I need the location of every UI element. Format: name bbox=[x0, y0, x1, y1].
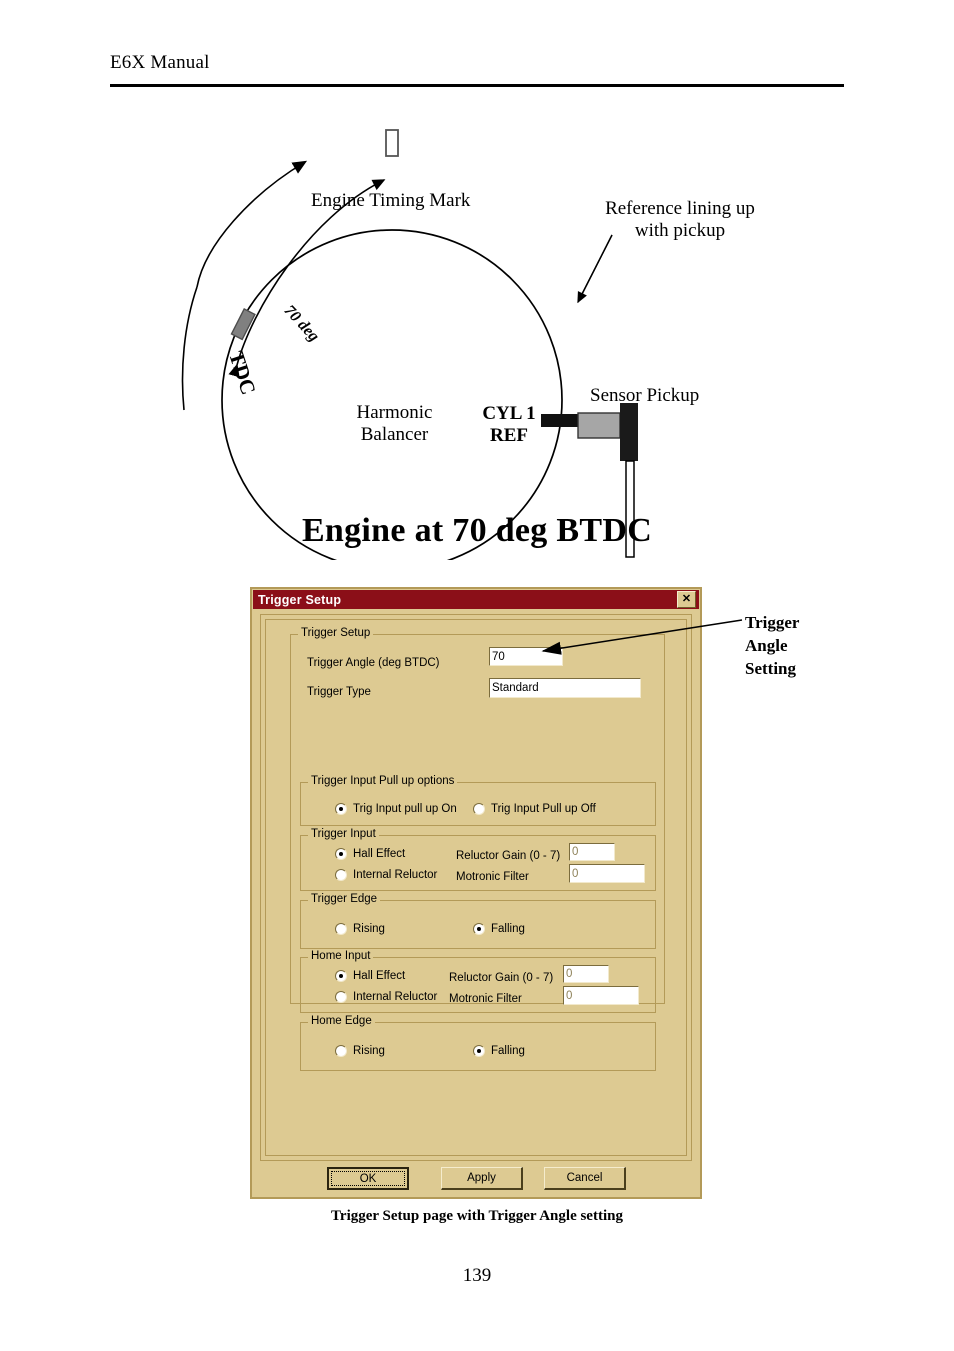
sensor-pickup-label: Sensor Pickup bbox=[590, 385, 700, 406]
trigger-angle-input[interactable]: 70 bbox=[489, 647, 563, 666]
cyl1-ref-label: CYL 1 REF bbox=[482, 403, 536, 446]
radio-indicator bbox=[335, 869, 347, 881]
header-rule bbox=[110, 84, 844, 87]
rotation-direction-arc bbox=[196, 160, 308, 288]
diagram-heading: Engine at 70 deg BTDC bbox=[301, 512, 653, 549]
engine-timing-mark-label: Engine Timing Mark bbox=[311, 190, 471, 211]
radio-trig-pullup-on[interactable]: Trig Input pull up On bbox=[335, 803, 457, 815]
engine-timing-diagram: Engine Timing Mark Reference lining up w… bbox=[0, 90, 954, 560]
radio-indicator bbox=[335, 848, 347, 860]
harmonic-balancer-label: Harmonic Balancer bbox=[356, 402, 433, 445]
radio-label: Trig Input Pull up Off bbox=[491, 803, 596, 815]
radio-indicator bbox=[335, 970, 347, 982]
trigger-type-select[interactable]: Standard bbox=[489, 678, 641, 698]
home-reluctor-gain-input[interactable]: 0 bbox=[563, 965, 609, 983]
tdc-mark bbox=[230, 308, 256, 341]
radio-indicator bbox=[473, 1045, 485, 1057]
cyl1-reference-mark bbox=[541, 414, 581, 427]
reference-lining-up-label: Reference lining up with pickup bbox=[605, 198, 755, 241]
group-trigger-edge: Trigger Edge Rising Falling bbox=[300, 893, 656, 949]
radio-label: Trig Input pull up On bbox=[353, 803, 457, 815]
radio-label: Falling bbox=[491, 923, 525, 935]
dialog-titlebar[interactable]: Trigger Setup ✕ bbox=[253, 590, 699, 609]
cancel-button[interactable]: Cancel bbox=[544, 1167, 626, 1190]
trigger-motronic-filter-label: Motronic Filter bbox=[456, 871, 529, 883]
radio-label: Falling bbox=[491, 1045, 525, 1057]
page-header: E6X Manual bbox=[110, 52, 210, 73]
radio-indicator bbox=[473, 923, 485, 935]
page-number: 139 bbox=[462, 1265, 492, 1286]
trigger-type-label: Trigger Type bbox=[307, 686, 371, 698]
radio-trig-pullup-off[interactable]: Trig Input Pull up Off bbox=[473, 803, 596, 815]
apply-button-label: Apply bbox=[467, 1172, 496, 1184]
ok-button[interactable]: OK bbox=[327, 1167, 409, 1190]
dialog-title: Trigger Setup bbox=[258, 592, 342, 607]
radio-label: Hall Effect bbox=[353, 848, 406, 860]
close-icon[interactable]: ✕ bbox=[677, 591, 696, 608]
radio-indicator bbox=[335, 923, 347, 935]
radio-trigger-internal-reluctor[interactable]: Internal Reluctor bbox=[335, 869, 437, 881]
group-home-input: Home Input Hall Effect Internal Reluctor… bbox=[300, 950, 656, 1013]
radio-indicator bbox=[473, 803, 485, 815]
radio-home-hall-effect[interactable]: Hall Effect bbox=[335, 970, 405, 982]
trigger-setup-dialog: Trigger Setup ✕ Trigger Setup Trigger An… bbox=[250, 587, 702, 1199]
engine-timing-mark-notch bbox=[385, 129, 399, 157]
radio-trigger-edge-falling[interactable]: Falling bbox=[473, 923, 525, 935]
focus-outline bbox=[331, 1171, 405, 1186]
sensor-pickup-tip bbox=[620, 403, 638, 461]
radio-indicator bbox=[335, 803, 347, 815]
radio-label: Internal Reluctor bbox=[353, 991, 438, 1003]
cancel-button-label: Cancel bbox=[566, 1172, 603, 1184]
radio-indicator bbox=[335, 991, 347, 1003]
dialog-inner-frame: Trigger Setup Trigger Angle (deg BTDC) 7… bbox=[265, 619, 687, 1156]
group-title-trigger-edge: Trigger Edge bbox=[308, 893, 381, 905]
home-motronic-filter-label: Motronic Filter bbox=[449, 993, 522, 1005]
radio-home-internal-reluctor[interactable]: Internal Reluctor bbox=[335, 991, 437, 1003]
trigger-motronic-filter-select[interactable]: 0 bbox=[569, 864, 645, 883]
radio-label: Hall Effect bbox=[353, 970, 406, 982]
group-trigger-input: Trigger Input Hall Effect Internal Reluc… bbox=[300, 828, 656, 891]
dialog-body: Trigger Setup Trigger Angle (deg BTDC) 7… bbox=[260, 614, 692, 1161]
radio-home-edge-falling[interactable]: Falling bbox=[473, 1045, 525, 1057]
group-trigger-setup: Trigger Setup Trigger Angle (deg BTDC) 7… bbox=[290, 627, 665, 1071]
radio-trigger-hall-effect[interactable]: Hall Effect bbox=[335, 848, 405, 860]
group-title-trigger-setup: Trigger Setup bbox=[298, 627, 374, 639]
trigger-angle-setting-callout: Trigger Angle Setting bbox=[745, 613, 800, 678]
trigger-reluctor-gain-input[interactable]: 0 bbox=[569, 843, 615, 861]
radio-label: Rising bbox=[353, 1045, 385, 1057]
sensor-pickup-body bbox=[577, 412, 621, 439]
radio-label: Rising bbox=[353, 923, 385, 935]
radio-home-edge-rising[interactable]: Rising bbox=[335, 1045, 385, 1057]
home-reluctor-gain-label: Reluctor Gain (0 - 7) bbox=[449, 972, 554, 984]
trigger-angle-label: Trigger Angle (deg BTDC) bbox=[307, 657, 440, 669]
home-motronic-filter-select[interactable]: 0 bbox=[563, 986, 639, 1005]
trigger-reluctor-gain-label: Reluctor Gain (0 - 7) bbox=[456, 850, 561, 862]
group-title-trigger-input: Trigger Input bbox=[308, 828, 379, 840]
radio-label: Internal Reluctor bbox=[353, 869, 438, 881]
group-title-pullup: Trigger Input Pull up options bbox=[308, 775, 458, 787]
apply-button[interactable]: Apply bbox=[441, 1167, 523, 1190]
figure-caption: Trigger Setup page with Trigger Angle se… bbox=[331, 1208, 623, 1224]
group-title-home-input: Home Input bbox=[308, 950, 374, 962]
group-home-edge: Home Edge Rising Falling bbox=[300, 1015, 656, 1071]
reference-leader-arrow bbox=[577, 234, 613, 304]
group-title-home-edge: Home Edge bbox=[308, 1015, 375, 1027]
radio-trigger-edge-rising[interactable]: Rising bbox=[335, 923, 385, 935]
radio-indicator bbox=[335, 1045, 347, 1057]
harmonic-balancer-circle bbox=[221, 229, 563, 560]
rotation-arc-tail bbox=[181, 286, 198, 411]
group-trigger-input-pullup: Trigger Input Pull up options Trig Input… bbox=[300, 775, 656, 826]
